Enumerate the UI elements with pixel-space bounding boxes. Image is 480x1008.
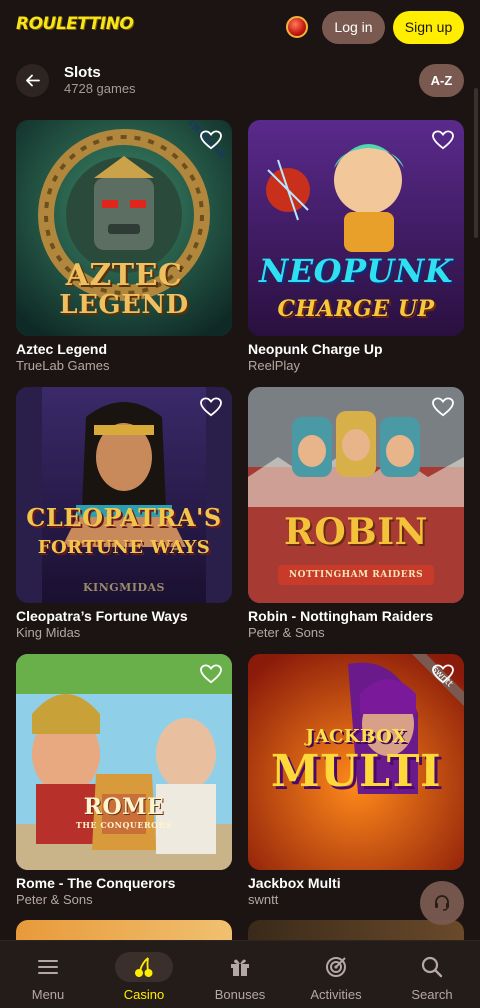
gift-icon bbox=[231, 959, 249, 976]
nav-item-activities[interactable]: Activities bbox=[288, 941, 384, 1008]
heart-icon[interactable] bbox=[432, 664, 454, 684]
nav-item-label: Activities bbox=[310, 987, 362, 1002]
nav-item-label: Bonuses bbox=[214, 987, 266, 1002]
artwork-title-line1: JACKBOX bbox=[305, 726, 407, 747]
game-provider: Peter & Sons bbox=[16, 892, 93, 907]
nav-item-label: Casino bbox=[123, 987, 165, 1002]
artwork-brand: KINGMIDAS bbox=[83, 581, 165, 594]
artwork-title-line2: FORTUNE WAYS bbox=[37, 537, 211, 558]
game-title[interactable]: Aztec Legend bbox=[16, 341, 107, 357]
nav-item-casino[interactable]: Casino bbox=[96, 941, 192, 1008]
game-thumbnail[interactable]: NEOPUNK CHARGE UP bbox=[248, 120, 464, 336]
headset-icon bbox=[435, 895, 449, 911]
game-provider: King Midas bbox=[16, 625, 81, 640]
game-provider: Peter & Sons bbox=[248, 625, 325, 640]
search-icon bbox=[421, 956, 443, 978]
heart-icon[interactable] bbox=[200, 397, 222, 417]
artwork-title-line1: ROME bbox=[83, 794, 165, 820]
page-header: Slots 4728 games A-Z bbox=[0, 56, 480, 106]
promo-gift-icon[interactable] bbox=[286, 16, 308, 38]
artwork-title-line2: MULTI bbox=[270, 746, 442, 797]
artwork-title-line2: CHARGE UP bbox=[277, 296, 435, 322]
game-provider: TrueLab Games bbox=[16, 358, 110, 373]
top-bar: ROULETTINO Log in Sign up bbox=[0, 0, 480, 56]
game-artwork bbox=[16, 654, 232, 870]
game-card[interactable]: JACKBOX MULTI swntt Jackbox Multi swntt bbox=[248, 654, 464, 907]
game-artwork bbox=[16, 387, 232, 603]
artwork-title-line1: AZTEC bbox=[65, 258, 183, 293]
game-card[interactable]: CLEOPATRA'S FORTUNE WAYS KINGMIDAS Cleop… bbox=[16, 387, 232, 640]
game-card[interactable]: NEOPUNK CHARGE UP Neopunk Charge Up Reel… bbox=[248, 120, 464, 373]
bottom-navigation: Menu Casino Bonuses Activities Search bbox=[0, 940, 480, 1008]
artwork-title-line2: THE CONQUERORS bbox=[75, 820, 173, 830]
game-thumbnail[interactable]: AZTEC LEGEND TRUELAB bbox=[16, 120, 232, 336]
game-title[interactable]: Robin - Nottingham Raiders bbox=[248, 608, 433, 624]
game-card[interactable]: ROME THE CONQUERORS Rome - The Conqueror… bbox=[16, 654, 232, 907]
artwork-title-line2: NOTTINGHAM RAIDERS bbox=[288, 570, 424, 580]
login-button[interactable]: Log in bbox=[322, 11, 385, 44]
artwork-title-line1: ROBIN bbox=[284, 511, 428, 553]
brand-logo[interactable]: ROULETTINO bbox=[16, 14, 134, 34]
game-thumbnail[interactable]: CLEOPATRA'S FORTUNE WAYS KINGMIDAS bbox=[16, 387, 232, 603]
heart-icon[interactable] bbox=[432, 130, 454, 150]
game-title[interactable]: Neopunk Charge Up bbox=[248, 341, 383, 357]
game-title[interactable]: Cleopatra’s Fortune Ways bbox=[16, 608, 188, 624]
game-provider: swntt bbox=[248, 892, 279, 907]
game-provider: ReelPlay bbox=[248, 358, 301, 373]
cherries-icon bbox=[135, 957, 153, 977]
signup-button[interactable]: Sign up bbox=[393, 11, 464, 44]
nav-item-search[interactable]: Search bbox=[384, 941, 480, 1008]
nav-item-label: Search bbox=[411, 987, 453, 1002]
heart-icon[interactable] bbox=[200, 664, 222, 684]
game-card[interactable]: ROBIN NOTTINGHAM RAIDERS Robin - Notting… bbox=[248, 387, 464, 640]
page-title: Slots bbox=[64, 64, 101, 81]
sort-az-button[interactable]: A-Z bbox=[419, 64, 464, 97]
back-button[interactable] bbox=[16, 64, 49, 97]
nav-item-label: Menu bbox=[31, 987, 65, 1002]
game-title[interactable]: Rome - The Conquerors bbox=[16, 875, 175, 891]
games-count: 4728 games bbox=[64, 81, 136, 96]
game-title[interactable]: Jackbox Multi bbox=[248, 875, 341, 891]
artwork-title-line1: NEOPUNK bbox=[258, 252, 454, 290]
arrow-left-icon bbox=[26, 74, 40, 87]
heart-icon[interactable] bbox=[200, 130, 222, 150]
scrollbar[interactable] bbox=[474, 88, 478, 238]
artwork-title-line2: LEGEND bbox=[59, 290, 189, 320]
game-thumbnail[interactable]: JACKBOX MULTI swntt bbox=[248, 654, 464, 870]
nav-item-bonuses[interactable]: Bonuses bbox=[192, 941, 288, 1008]
game-thumbnail[interactable]: ROBIN NOTTINGHAM RAIDERS bbox=[248, 387, 464, 603]
game-thumbnail[interactable]: ROME THE CONQUERORS bbox=[16, 654, 232, 870]
heart-icon[interactable] bbox=[432, 397, 454, 417]
support-chat-button[interactable] bbox=[420, 881, 464, 925]
menu-icon bbox=[38, 960, 58, 974]
artwork-title-line1: CLEOPATRA'S bbox=[26, 503, 222, 532]
nav-item-menu[interactable]: Menu bbox=[0, 941, 96, 1008]
game-card[interactable]: AZTEC LEGEND TRUELAB Aztec Legend TrueLa… bbox=[16, 120, 232, 373]
target-icon bbox=[326, 957, 346, 977]
